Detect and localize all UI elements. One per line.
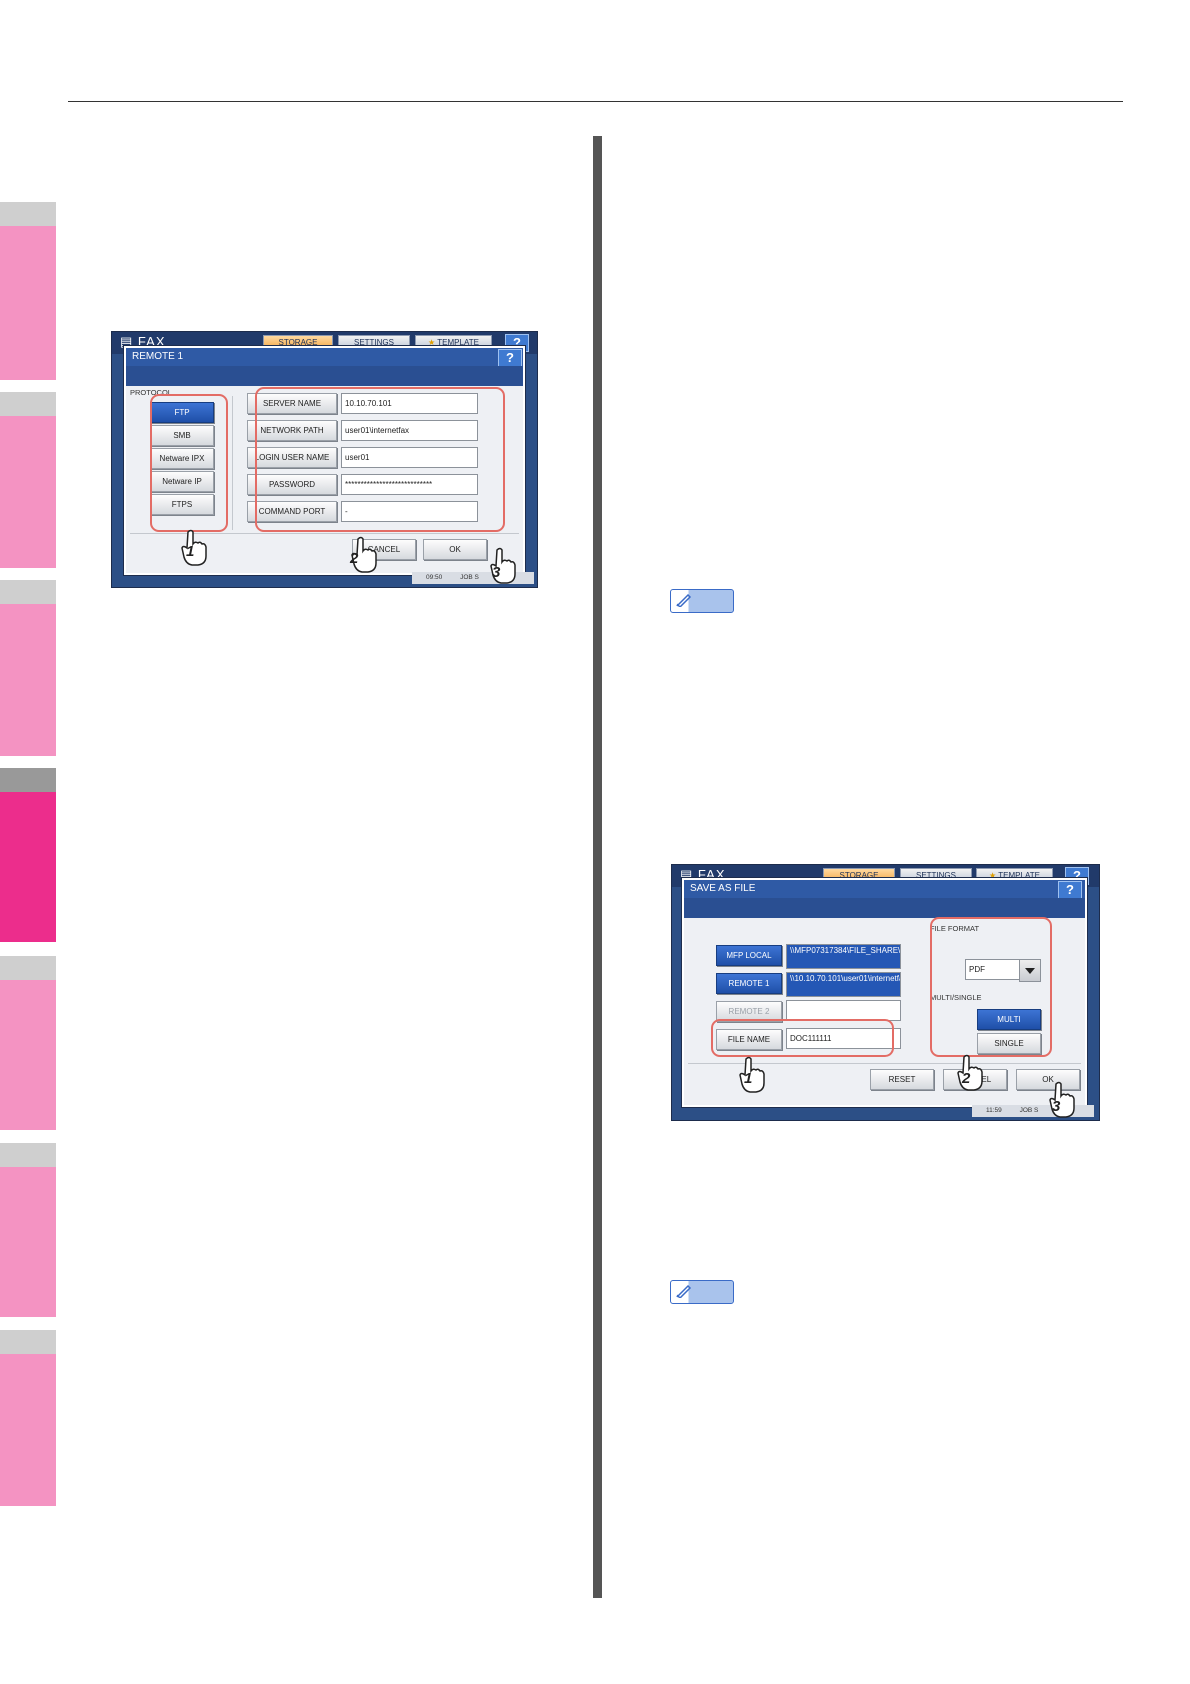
step-number-2: 2 — [350, 550, 359, 567]
ok-button[interactable]: OK — [423, 539, 487, 560]
dialog-subbar — [684, 898, 1085, 918]
column-divider — [593, 136, 602, 1598]
file-name-highlight — [711, 1019, 894, 1057]
remote1-button[interactable]: REMOTE 1 — [716, 973, 782, 994]
remote1-path: \\10.10.70.101\user01\internetfax\ — [786, 972, 901, 997]
step-number-1: 1 — [186, 543, 195, 560]
dialog-help-button[interactable]: ? — [1058, 881, 1082, 899]
hand-pointer-icon-2: 2 — [348, 535, 382, 575]
format-highlight — [930, 917, 1052, 1057]
status-time: 09:50 — [426, 574, 443, 581]
header-rule — [68, 101, 1123, 102]
side-tab-1[interactable] — [0, 226, 56, 380]
side-tab-2[interactable] — [0, 416, 56, 568]
dialog-title: REMOTE 1 — [126, 348, 523, 366]
step-number-2: 2 — [962, 1070, 971, 1087]
step-number-3: 3 — [1052, 1098, 1061, 1115]
dialog-subbar — [126, 366, 523, 386]
side-tab-cap-6 — [0, 1143, 56, 1167]
job-status-button[interactable]: JOB S — [460, 574, 479, 581]
hand-pointer-icon-3: 3 — [487, 546, 521, 586]
side-tab-cap-3 — [0, 580, 56, 604]
side-tab-cap-4 — [0, 768, 56, 792]
note-pencil-icon-1 — [670, 589, 734, 613]
dialog-help-button[interactable]: ? — [498, 349, 522, 367]
side-tab-7[interactable] — [0, 1354, 56, 1506]
remote2-path — [786, 1000, 901, 1021]
status-time: 11:59 — [986, 1107, 1002, 1114]
hand-pointer-icon-1: 1 — [178, 528, 212, 568]
side-tab-cap-7 — [0, 1330, 56, 1354]
side-tab-4-active[interactable] — [0, 792, 56, 942]
protocol-highlight — [150, 394, 228, 532]
reset-button[interactable]: RESET — [870, 1069, 934, 1090]
step-number-1: 1 — [744, 1070, 753, 1087]
dialog-title: SAVE AS FILE — [684, 880, 1085, 898]
save-as-file-screenshot: ▤ FAX STORAGE SETTINGS ★ TEMPLATE ? SAVE… — [671, 864, 1100, 1121]
side-tab-cap-1 — [0, 202, 56, 226]
side-tab-6[interactable] — [0, 1167, 56, 1317]
job-status-button[interactable]: JOB S — [1020, 1107, 1039, 1114]
remote1-screenshot: ▤ FAX STORAGE SETTINGS ★ TEMPLATE ? REMO… — [111, 331, 538, 588]
mfp-local-button[interactable]: MFP LOCAL — [716, 945, 782, 966]
step-number-3: 3 — [492, 564, 501, 581]
mfp-local-path: \\MFP07317384\FILE_SHARE\ — [786, 944, 901, 969]
side-tab-5[interactable] — [0, 980, 56, 1130]
hand-pointer-icon-2: 2 — [954, 1053, 988, 1093]
protocol-separator — [232, 396, 233, 530]
side-tab-cap-2 — [0, 392, 56, 416]
hand-pointer-icon-3: 3 — [1046, 1080, 1080, 1120]
side-tab-cap-5 — [0, 956, 56, 980]
hand-pointer-icon-1: 1 — [736, 1055, 770, 1095]
note-pencil-icon-2 — [670, 1280, 734, 1304]
side-tab-3[interactable] — [0, 604, 56, 756]
fields-highlight — [255, 387, 505, 532]
